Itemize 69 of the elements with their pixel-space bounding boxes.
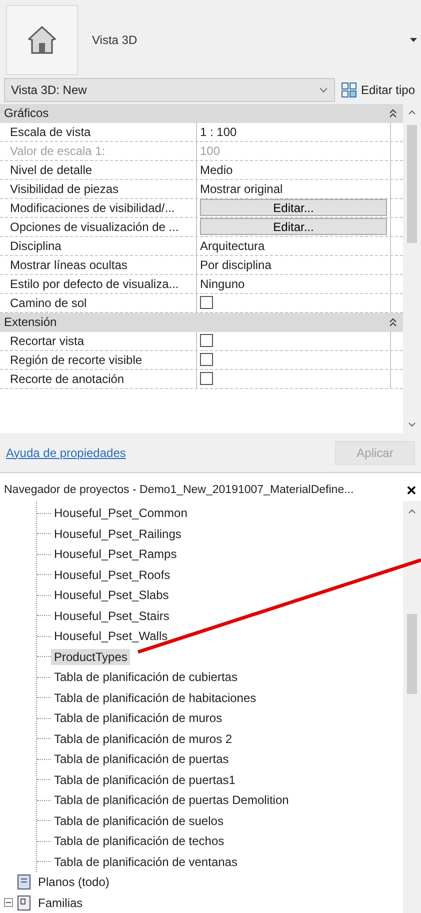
scroll-down-icon[interactable] [408,422,416,428]
scroll-thumb[interactable] [407,124,417,243]
tree-item[interactable]: Tabla de planificación de muros [51,710,226,726]
property-value[interactable]: Mostrar original [197,180,391,198]
property-value[interactable]: Arquitectura [197,236,391,255]
tree-item[interactable]: Tabla de planificación de puertas [51,751,232,768]
collapse-icon[interactable] [389,318,397,327]
chevron-down-icon[interactable] [318,86,328,93]
tree-item[interactable]: Houseful_Pset_Roofs [51,566,174,583]
tree-item[interactable]: Planos (todo) [35,874,112,890]
collapse-toggle[interactable] [4,898,13,908]
section-title: Extensión [4,315,57,330]
tree-item[interactable]: Houseful_Pset_Railings [51,526,184,542]
tree-item[interactable]: Tabla de planificación de muros 2 [51,730,236,747]
families-icon [16,894,32,911]
edit-button[interactable]: Editar... [200,199,387,216]
tree-item[interactable]: Tabla de planificación de habitaciones [51,690,260,706]
scroll-up-icon[interactable] [408,509,416,514]
scroll-thumb[interactable] [407,614,417,694]
property-label: Modificaciones de visibilidad/... [0,198,197,217]
property-value[interactable]: Ninguno [197,274,391,293]
tree-item[interactable]: Tabla de planificación de techos [51,833,228,850]
tree-item[interactable]: Tabla de planificación de cubiertas [51,669,240,686]
tree-item[interactable]: Houseful_Pset_Stairs [51,608,172,624]
property-label: Disciplina [0,236,197,255]
grid-icon [340,82,357,98]
tree-item[interactable]: Houseful_Pset_Walls [51,628,171,644]
section-header[interactable]: Extensión [0,312,403,332]
scrollbar[interactable] [403,501,421,913]
scroll-up-icon[interactable] [408,110,416,115]
property-label: Camino de sol [0,294,197,312]
property-label: Recorte de anotación [0,370,197,388]
checkbox[interactable] [200,296,213,310]
property-label: Recortar vista [0,332,197,350]
property-value[interactable]: 1 : 100 [197,122,391,141]
tree-item[interactable]: Houseful_Pset_Ramps [51,546,180,562]
tree-item[interactable]: ProductTypes [51,648,130,665]
property-label: Escala de vista [0,122,197,141]
view-type-title: Vista 3D [92,32,138,47]
type-selector[interactable]: Vista 3D: New [4,78,335,102]
property-label: Mostrar líneas ocultas [0,256,197,274]
sheets-icon [16,874,32,890]
tree-item[interactable]: Tabla de planificación de puertas1 [51,772,238,788]
property-label: Visibilidad de piezas [0,180,197,198]
property-label: Nivel de detalle [0,160,197,179]
property-value[interactable]: Por disciplina [197,256,391,274]
tree-item[interactable]: Houseful_Pset_Slabs [51,587,172,604]
checkbox[interactable] [200,334,213,348]
property-label: Valor de escala 1: [0,142,197,160]
tree-item[interactable]: Tabla de planificación de ventanas [51,854,240,870]
checkbox[interactable] [200,372,213,386]
section-header[interactable]: Gráficos [0,104,403,123]
edit-type-button[interactable]: Editar tipo [338,82,417,98]
checkbox[interactable] [200,353,213,366]
tree-item[interactable]: Familias [35,894,86,911]
collapse-icon[interactable] [389,108,397,118]
tree-item[interactable]: Tabla de planificación de puertas Demolition [51,792,292,808]
browser-title: Navegador de proyectos - Demo1_New_20191007_MaterialDefine... [4,484,354,496]
dropdown-icon[interactable] [410,38,417,42]
properties-help-link[interactable]: Ayuda de propiedades [6,446,126,460]
property-value[interactable]: Medio [197,160,391,179]
tree-item[interactable]: Houseful_Pset_Common [51,505,190,522]
property-label: Opciones de visualización de ... [0,218,197,236]
close-button[interactable]: ✕ [406,482,417,498]
property-label: Región de recorte visible [0,350,197,369]
section-title: Gráficos [4,106,49,120]
edit-button[interactable]: Editar... [200,218,387,236]
property-label: Estilo por defecto de visualiza... [0,274,197,293]
tree-item[interactable]: Tabla de planificación de suelos [51,812,226,829]
